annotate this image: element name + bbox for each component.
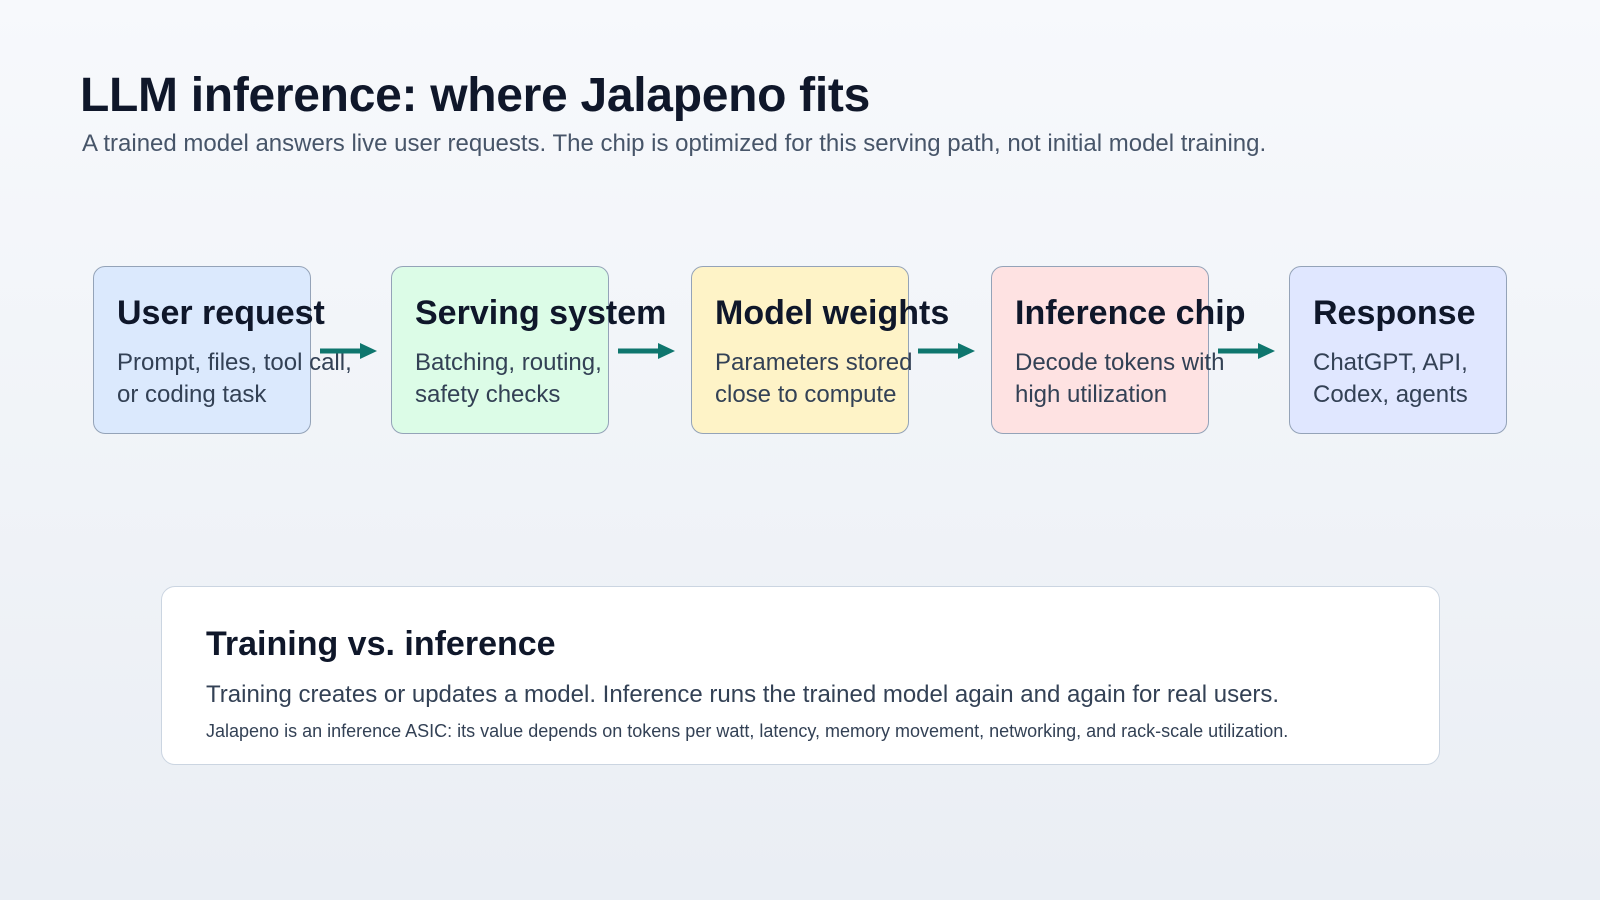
step-description-line: close to compute	[715, 381, 897, 408]
training-vs-inference-callout: Training vs. inference Training creates …	[161, 586, 1440, 765]
step-response: Response ChatGPT, API, Codex, agents	[1289, 266, 1507, 434]
page-subtitle: A trained model answers live user reques…	[82, 130, 1267, 157]
step-title: User request	[117, 294, 325, 332]
callout-note: Jalapeno is an inference ASIC: its value…	[206, 721, 1289, 741]
step-model-weights: Model weights Parameters stored close to…	[691, 266, 949, 434]
flow-arrow-icon	[1218, 343, 1275, 359]
step-user-request: User request Prompt, files, tool call, o…	[93, 266, 352, 434]
step-title: Serving system	[415, 294, 667, 332]
step-description: Prompt, files, tool call, or coding task	[117, 347, 352, 411]
step-description-line: Codex, agents	[1313, 381, 1468, 408]
step-description: Batching, routing, safety checks	[415, 347, 602, 411]
step-description-line: Batching, routing,	[415, 349, 602, 376]
step-description-line: or coding task	[117, 381, 267, 408]
callout-body: Training creates or updates a model. Inf…	[206, 681, 1280, 708]
step-description-line: ChatGPT, API,	[1313, 349, 1468, 376]
step-description-line: high utilization	[1015, 381, 1168, 408]
step-description: Decode tokens with high utilization	[1015, 347, 1224, 411]
step-title: Model weights	[715, 294, 950, 332]
callout-title: Training vs. inference	[206, 625, 556, 663]
step-description: ChatGPT, API, Codex, agents	[1313, 347, 1468, 411]
step-description-line: Prompt, files, tool call,	[117, 349, 352, 376]
step-serving-system: Serving system Batching, routing, safety…	[391, 266, 666, 434]
step-description: Parameters stored close to compute	[715, 347, 912, 411]
flow-arrow-icon	[618, 343, 675, 359]
step-title: Response	[1313, 294, 1476, 332]
step-description-line: Decode tokens with	[1015, 349, 1225, 376]
flow-arrow-icon	[918, 343, 975, 359]
page-title: LLM inference: where Jalapeno fits	[80, 69, 870, 122]
step-title: Inference chip	[1015, 294, 1246, 332]
step-inference-chip: Inference chip Decode tokens with high u…	[991, 266, 1246, 434]
flow-arrow-icon	[320, 343, 377, 359]
step-description-line: Parameters stored	[715, 349, 913, 376]
step-description-line: safety checks	[415, 381, 561, 408]
